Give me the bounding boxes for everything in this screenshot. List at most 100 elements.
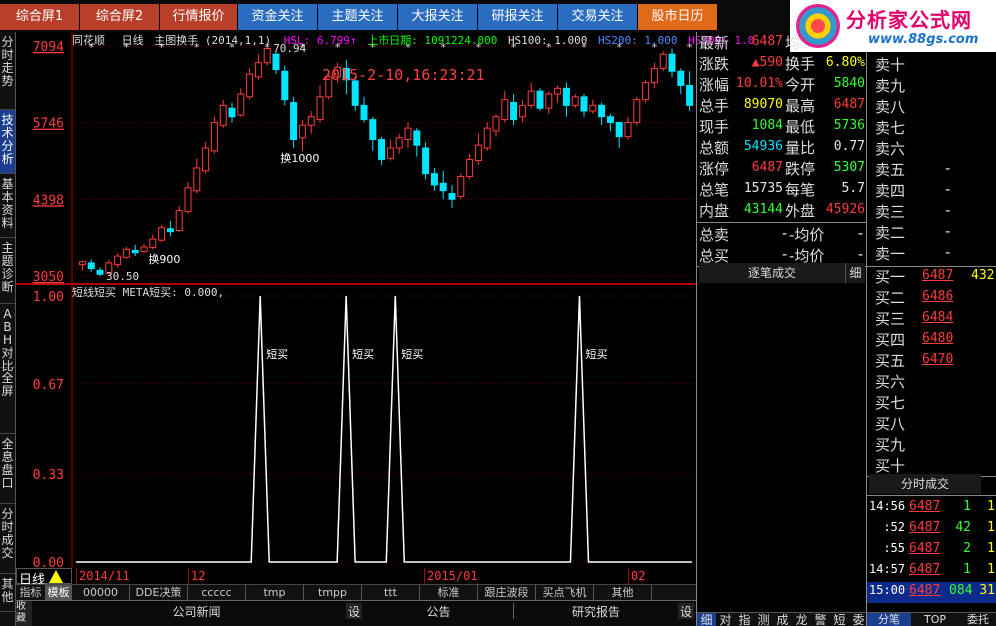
top-tab-2[interactable]: 综合屏2	[80, 4, 160, 30]
sidebar-tab-8[interactable]: 分时成交	[0, 504, 15, 574]
panel-small-tab[interactable]: 短	[830, 613, 849, 626]
candle-down[interactable]	[430, 173, 438, 186]
panel-small-tab[interactable]: 成	[773, 613, 792, 626]
ask-row[interactable]: 卖三 -	[867, 201, 996, 222]
candle-up[interactable]	[175, 210, 183, 232]
panel-small-tab[interactable]: 测	[754, 613, 773, 626]
news-settings-button[interactable]: 设	[346, 603, 362, 619]
candle-down[interactable]	[360, 104, 368, 121]
candle-up[interactable]	[554, 87, 562, 95]
candle-down[interactable]	[615, 121, 623, 138]
candle-up[interactable]	[457, 175, 465, 197]
indicator-button-3[interactable]: 00000	[72, 585, 130, 600]
candle-down[interactable]	[606, 116, 614, 123]
candle-up[interactable]	[122, 248, 130, 258]
ask-row[interactable]: 卖十	[867, 54, 996, 75]
panel-small-tab[interactable]: 指	[735, 613, 754, 626]
sidebar-tab-1[interactable]: 分时走势	[0, 32, 15, 110]
panel-small-tab[interactable]: 警	[811, 613, 830, 626]
candle-up[interactable]	[474, 144, 482, 162]
candle-up[interactable]	[624, 121, 632, 138]
sidebar-tab-5[interactable]: ABH对比	[0, 304, 15, 373]
time-trades-tab[interactable]: 分时成交	[869, 474, 981, 494]
period-box[interactable]: 日线	[16, 568, 72, 588]
candle-down[interactable]	[562, 87, 570, 106]
top-tab-6[interactable]: 大报关注	[398, 4, 478, 30]
candle-up[interactable]	[158, 227, 166, 241]
book-bottom-tab[interactable]: TOP	[913, 613, 957, 626]
candle-down[interactable]	[510, 102, 518, 121]
candle-down[interactable]	[686, 84, 694, 106]
candle-up[interactable]	[642, 82, 650, 101]
candle-down[interactable]	[580, 96, 588, 112]
ask-row[interactable]: 卖七	[867, 117, 996, 138]
top-tab-1[interactable]: 综合屏1	[0, 4, 80, 30]
candle-down[interactable]	[422, 147, 430, 175]
indicator-button-1[interactable]: 指标	[16, 585, 46, 600]
indicator-button-2[interactable]: 模板	[46, 585, 72, 600]
candle-up[interactable]	[501, 99, 509, 121]
candle-up[interactable]	[466, 158, 474, 177]
candle-down[interactable]	[439, 182, 447, 192]
candle-up[interactable]	[589, 104, 597, 112]
panel-small-tab[interactable]: 龙	[792, 613, 811, 626]
candle-up[interactable]	[316, 96, 324, 121]
candle-up[interactable]	[545, 93, 553, 109]
indicator-button-10[interactable]: 跟庄波段	[478, 585, 536, 600]
top-tab-8[interactable]: 交易关注	[558, 4, 638, 30]
candle-up[interactable]	[210, 121, 218, 152]
indicator-button-5[interactable]: ccccc	[188, 585, 246, 600]
ask-row[interactable]: 卖八	[867, 96, 996, 117]
candle-up[interactable]	[202, 147, 210, 172]
sidebar-tab-3[interactable]: 基本资料	[0, 174, 15, 238]
top-tab-4[interactable]: 资金关注	[238, 4, 318, 30]
indicator-button-9[interactable]: 标准	[420, 585, 478, 600]
candle-up[interactable]	[518, 104, 526, 118]
sidebar-tab-6[interactable]: 全屏	[0, 368, 15, 434]
bid-row[interactable]: 买十	[867, 455, 996, 476]
candle-down[interactable]	[369, 119, 377, 141]
candle-up[interactable]	[193, 167, 201, 192]
news-side-tab[interactable]: 收藏	[16, 601, 32, 626]
top-tab-9[interactable]: 股市日历	[638, 4, 718, 30]
ask-row[interactable]: 卖二 -	[867, 222, 996, 243]
indicator-panel[interactable]: 1.00 0.67 0.33 0.00 短买 短买 短买 短买 短线短买 META短买: 0.…	[16, 284, 696, 571]
candle-up[interactable]	[395, 137, 403, 149]
candle-up[interactable]	[659, 53, 667, 69]
candle-up[interactable]	[527, 90, 535, 106]
candle-up[interactable]	[184, 187, 192, 213]
candle-down[interactable]	[290, 102, 298, 141]
indicator-chart-svg[interactable]: 1.00 0.67 0.33 0.00 短买 短买 短买 短买	[16, 284, 696, 571]
candle-up[interactable]	[254, 62, 262, 78]
indicator-button-4[interactable]: DDE决策	[130, 585, 188, 600]
panel-small-tab[interactable]: 对	[716, 613, 735, 626]
candle-up[interactable]	[298, 124, 306, 139]
candle-down[interactable]	[351, 80, 359, 106]
bid-row[interactable]: 买三 6484	[867, 308, 996, 329]
candle-up[interactable]	[650, 67, 658, 84]
candle-down[interactable]	[536, 90, 544, 109]
candle-down[interactable]	[413, 130, 421, 146]
tick-detail-button[interactable]: 细	[845, 263, 865, 283]
candle-down[interactable]	[166, 228, 174, 233]
candle-down[interactable]	[668, 53, 676, 72]
bid-row[interactable]: 买九	[867, 434, 996, 455]
top-tab-5[interactable]: 主题关注	[318, 4, 398, 30]
indicator-button-11[interactable]: 买点飞机	[536, 585, 594, 600]
candle-up[interactable]	[492, 116, 500, 132]
sidebar-tab-2[interactable]: 技术分析	[0, 110, 15, 174]
candle-up[interactable]	[483, 127, 491, 149]
candle-down[interactable]	[272, 53, 280, 71]
research-report-tab[interactable]: 研究报告	[514, 603, 678, 619]
candle-down[interactable]	[228, 107, 236, 118]
top-tab-7[interactable]: 研报关注	[478, 4, 558, 30]
bid-row[interactable]: 买二 6486	[867, 287, 996, 308]
candle-down[interactable]	[281, 70, 289, 101]
candle-up[interactable]	[246, 73, 254, 98]
candle-down[interactable]	[96, 269, 104, 275]
candle-up[interactable]	[114, 255, 122, 266]
candle-up[interactable]	[140, 246, 148, 253]
candle-down[interactable]	[87, 262, 95, 270]
bid-row[interactable]: 买四 6480	[867, 329, 996, 350]
candle-down[interactable]	[378, 139, 386, 160]
